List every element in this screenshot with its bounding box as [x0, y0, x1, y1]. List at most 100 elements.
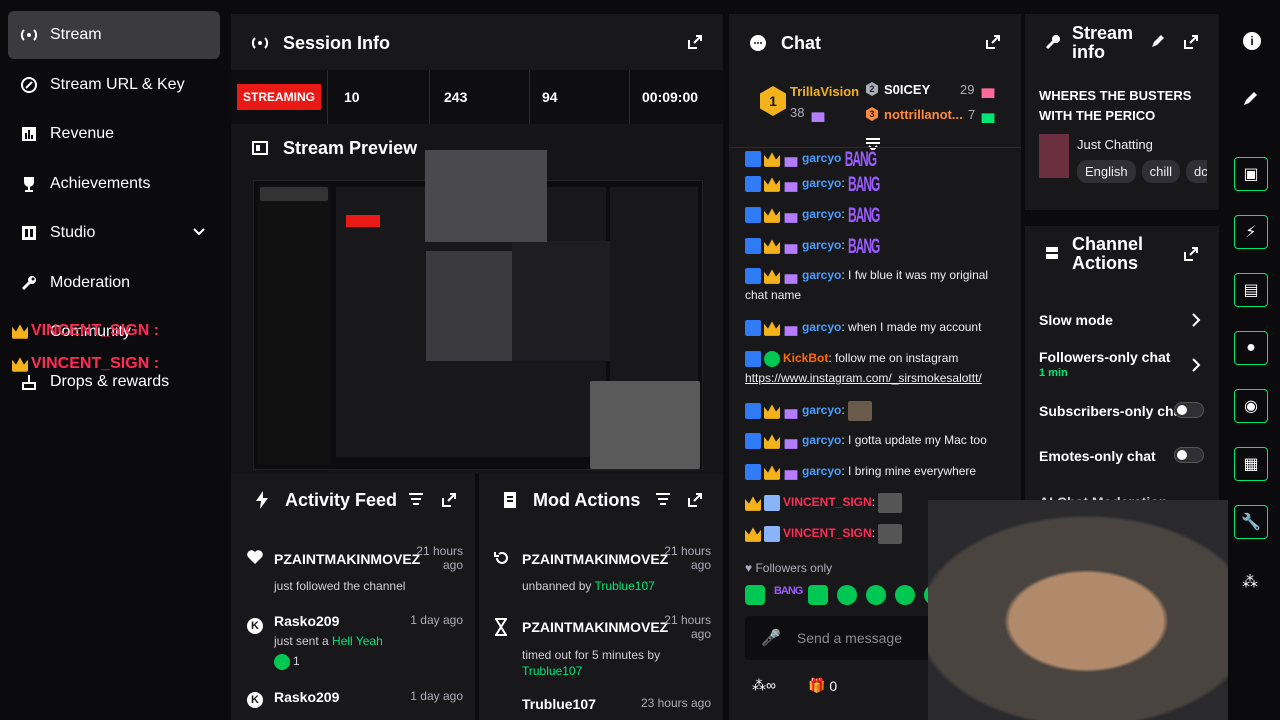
chat-username[interactable]: VINCENT_SIGN — [783, 495, 872, 509]
broadcast-button[interactable]: ◉ — [1234, 389, 1268, 423]
leader-name[interactable]: S0ICEY — [884, 82, 930, 97]
chat-username[interactable]: garcyo — [802, 207, 841, 221]
leader-count: 29 — [960, 82, 975, 97]
popout-icon[interactable] — [687, 492, 703, 508]
popout-icon[interactable] — [687, 34, 703, 50]
lightning-button[interactable]: ⚡ — [1234, 215, 1268, 249]
chat-message[interactable]: garcyo: I bring mine everywhere — [745, 461, 1005, 481]
emotes-only-toggle[interactable] — [1174, 447, 1204, 463]
emote-icon[interactable] — [895, 585, 916, 605]
crown-icon — [745, 527, 761, 542]
chat-username[interactable]: VINCENT_SIGN — [783, 526, 872, 540]
tag-list: English chill dc — [1077, 160, 1207, 183]
stream-info-panel: Stream info WHERES THE BUSTERS WITH THE … — [1025, 14, 1219, 210]
gift-icon — [784, 274, 798, 284]
activity-user[interactable]: Rasko209 — [274, 689, 339, 705]
mod-target[interactable]: PZAINTMAKINMOVEZ — [522, 619, 668, 635]
chat-message[interactable]: garcyo: I fw blue it was my original cha… — [745, 265, 1005, 305]
mod-target[interactable]: Trublue107 — [522, 696, 596, 712]
mod-time: 23 hours ago — [640, 696, 711, 710]
tag[interactable]: chill — [1141, 160, 1181, 183]
chat-link[interactable]: https://www.instagram.com/_sirsmokesalot… — [745, 371, 982, 385]
chat-username[interactable]: garcyo — [802, 151, 841, 165]
chat-message[interactable]: garcyo: when I made my account — [745, 317, 1005, 337]
chat-message[interactable]: garcyo: BANG — [745, 171, 1005, 196]
mod-by[interactable]: Trublue107 — [595, 579, 655, 593]
followers-only-option[interactable]: Followers-only chat — [1039, 349, 1170, 365]
sub-badge-icon — [764, 494, 780, 511]
emote-bang-icon: BANG — [848, 233, 880, 259]
chat-username[interactable]: garcyo — [802, 464, 841, 478]
slow-mode-option[interactable]: Slow mode — [1039, 312, 1113, 328]
chat-message[interactable]: garcyo: BANG — [745, 233, 1005, 258]
emote-icon[interactable] — [866, 585, 887, 605]
chat-username[interactable]: garcyo — [802, 320, 841, 334]
emote-bang-icon[interactable]: BANG — [774, 585, 803, 609]
chevron-right-icon[interactable] — [1191, 357, 1201, 378]
sidebar-item-stream[interactable]: Stream — [8, 11, 220, 59]
sidebar-item-stream-url[interactable]: Stream URL & Key — [8, 61, 220, 109]
tag[interactable]: dc — [1186, 160, 1207, 183]
category-name[interactable]: Just Chatting — [1077, 137, 1153, 152]
document-button[interactable]: ▤ — [1234, 273, 1268, 307]
sidebar-item-studio[interactable]: Studio — [8, 209, 220, 257]
activity-time: 21 hours ago — [416, 544, 463, 572]
sidebar: Stream Stream URL & Key Revenue Achievem… — [0, 0, 228, 720]
layout-button[interactable]: ▦ — [1234, 447, 1268, 481]
crown-icon — [764, 434, 780, 449]
preview-mini-webcam — [590, 381, 700, 469]
filter-icon[interactable] — [656, 492, 672, 508]
tag[interactable]: English — [1077, 160, 1136, 183]
chart-icon — [20, 125, 38, 143]
sidebar-item-moderation[interactable]: Moderation — [8, 259, 220, 307]
chat-message[interactable]: KickBot: follow me on instagram https://w… — [745, 348, 1005, 388]
gift-icon — [784, 213, 798, 223]
emote-icon[interactable] — [837, 585, 858, 605]
chat-username[interactable]: garcyo — [802, 268, 841, 282]
emote-icon[interactable] — [808, 585, 829, 605]
chat-username[interactable]: garcyo — [802, 238, 841, 252]
leader-name[interactable]: TrillaVision — [790, 84, 859, 99]
verified-icon — [745, 402, 761, 419]
screenshot-button[interactable]: ▣ — [1234, 157, 1268, 191]
chat-message[interactable]: garcyo: BANG — [745, 202, 1005, 227]
participants-icon[interactable]: ⁂∞ — [752, 677, 776, 694]
pencil-icon[interactable] — [1151, 34, 1165, 53]
check-icon — [764, 350, 780, 367]
activity-user[interactable]: Rasko209 — [274, 613, 339, 629]
mod-target[interactable]: PZAINTMAKINMOVEZ — [522, 551, 668, 567]
subscribers-only-option: Subscribers-only chat — [1039, 403, 1187, 419]
chat-message[interactable]: garcyo: I gotta update my Mac too — [745, 430, 1005, 450]
gift-box-icon[interactable]: 🎁 — [808, 677, 825, 694]
popout-icon[interactable] — [441, 492, 457, 508]
sidebar-item-achievements[interactable]: Achievements — [8, 160, 220, 208]
leader-name[interactable]: nottrillanot... — [884, 107, 963, 122]
chat-button[interactable]: ● — [1234, 331, 1268, 365]
popout-icon[interactable] — [1183, 246, 1199, 267]
filter-icon[interactable] — [409, 492, 425, 508]
gift-icon — [784, 409, 798, 419]
panel-title: Session Info — [283, 32, 391, 53]
emote-icon[interactable] — [745, 585, 765, 605]
info-icon[interactable]: i — [1243, 32, 1261, 50]
activity-user[interactable]: PZAINTMAKINMOVEZ — [274, 551, 420, 567]
chat-message[interactable]: garcyo: — [745, 400, 1005, 421]
emotes-only-option: Emotes-only chat — [1039, 448, 1156, 464]
pencil-icon[interactable] — [1243, 90, 1259, 111]
verified-icon — [745, 237, 761, 254]
chevron-right-icon[interactable] — [1191, 312, 1201, 333]
moderation-button[interactable]: 🔧 — [1234, 505, 1268, 539]
sidebar-item-revenue[interactable]: Revenue — [8, 110, 220, 158]
chat-username[interactable]: garcyo — [802, 176, 841, 190]
chat-username[interactable]: KickBot — [783, 351, 828, 365]
popout-icon[interactable] — [985, 34, 1001, 50]
mic-icon[interactable]: 🎤 — [761, 628, 781, 648]
apps-icon[interactable]: ⁂ — [1242, 572, 1258, 592]
mod-by[interactable]: Trublue107 — [522, 664, 582, 678]
subscribers-only-toggle[interactable] — [1174, 402, 1204, 418]
preview-mini-nav — [260, 187, 328, 201]
popout-icon[interactable] — [1183, 34, 1199, 55]
chat-username[interactable]: garcyo — [802, 403, 841, 417]
chat-bubble-icon: ● — [1246, 339, 1256, 356]
chat-username[interactable]: garcyo — [802, 433, 841, 447]
